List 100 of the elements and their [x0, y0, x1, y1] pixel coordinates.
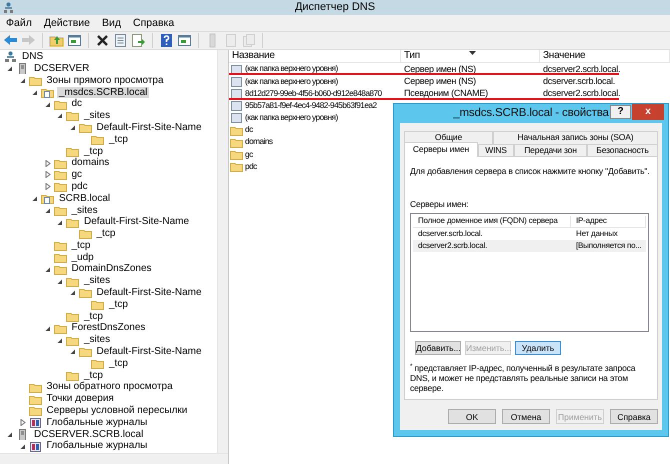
tree-item[interactable]: _msdcs.SCRB.local	[57, 86, 150, 98]
record-name[interactable]: gc	[245, 150, 253, 160]
tree-item[interactable]: _tcp	[70, 240, 92, 252]
expanded-arrow-icon[interactable]	[70, 124, 76, 132]
expanded-arrow-icon[interactable]	[57, 278, 63, 285]
tree-item[interactable]: DNS	[20, 51, 46, 63]
expanded-arrow-icon[interactable]	[20, 76, 26, 84]
tree-item[interactable]: _sites	[70, 204, 100, 216]
tree-item[interactable]: dc	[70, 98, 84, 110]
tree-item[interactable]: _sites	[82, 334, 112, 346]
tree-item[interactable]: _sites	[82, 110, 112, 122]
tree-item[interactable]: Глобальные журналы	[44, 416, 150, 428]
collapsed-arrow-icon[interactable]	[44, 171, 50, 178]
expanded-arrow-icon[interactable]	[32, 194, 38, 202]
expanded-arrow-icon[interactable]	[70, 348, 76, 356]
export-button[interactable]	[131, 33, 146, 48]
tree-item[interactable]: gc	[70, 169, 84, 181]
tree-item[interactable]: DCSERVER	[32, 62, 92, 74]
record-name[interactable]: domains	[245, 137, 273, 147]
help-button[interactable]: ?	[610, 105, 631, 119]
record-name[interactable]: dc	[245, 125, 253, 135]
column-header[interactable]: Полное доменное имя (FQDN) сервера	[413, 216, 571, 228]
column-header[interactable]: Тип	[401, 50, 540, 62]
horizontal-scrollbar[interactable]	[0, 453, 228, 464]
tree-item[interactable]: Default-First-Site-Name	[82, 216, 192, 228]
tree-item[interactable]: _sites	[82, 275, 112, 287]
tree-item[interactable]: Точки доверия	[44, 393, 116, 405]
window-button[interactable]	[177, 33, 192, 48]
tab[interactable]: Безопасность	[587, 144, 658, 157]
record-name[interactable]: (как папка верхнего уровня)	[245, 113, 338, 123]
expanded-arrow-icon[interactable]	[57, 336, 63, 344]
menu-item[interactable]: Файл	[6, 16, 32, 30]
expanded-arrow-icon[interactable]	[44, 206, 50, 214]
tree-item[interactable]: pdc	[70, 180, 90, 192]
dialog-button[interactable]: Отмена	[502, 409, 550, 424]
tree-item[interactable]: Серверы условной пересылки	[44, 405, 190, 417]
record-name[interactable]: 8d12d279-99eb-4f56-b060-d912e848a870	[245, 88, 382, 98]
collapsed-arrow-icon[interactable]	[44, 183, 50, 190]
expanded-arrow-icon[interactable]	[32, 88, 38, 96]
tree-item[interactable]: _tcp	[82, 370, 105, 382]
expanded-arrow-icon[interactable]	[44, 100, 50, 108]
menu-item[interactable]: Действие	[44, 16, 90, 30]
menu-item[interactable]: Вид	[102, 16, 121, 30]
tree-item[interactable]: Зоны обратного просмотра	[44, 381, 175, 393]
tab[interactable]: WINS	[478, 144, 514, 157]
tree-item[interactable]: _tcp	[94, 228, 118, 240]
instruction-text: Для добавления сервера в список нажмите кнопку "Добавить".	[410, 166, 650, 176]
tab[interactable]: Начальная запись зоны (SOA)	[493, 131, 658, 144]
delete-button[interactable]	[95, 33, 110, 48]
tab[interactable]: Серверы имен	[404, 142, 478, 157]
expanded-arrow-icon[interactable]	[57, 218, 63, 226]
expanded-arrow-icon[interactable]	[44, 324, 50, 332]
list-label: Серверы имен:	[410, 200, 470, 210]
help-button[interactable]	[159, 33, 174, 48]
expanded-arrow-icon[interactable]	[20, 442, 26, 450]
help-icon	[159, 33, 174, 48]
tree-item[interactable]: Зоны прямого просмотра	[44, 74, 166, 86]
tree-item[interactable]: _tcp	[107, 358, 130, 370]
record-name[interactable]: 95b57a81-f9ef-4ec4-9482-945b63f91ea2	[245, 100, 377, 110]
column-header[interactable]: IP-адрес	[571, 216, 646, 228]
tree-item[interactable]: Default-First-Site-Name	[94, 122, 204, 134]
menu-item[interactable]: Справка	[133, 16, 174, 30]
dialog-button[interactable]: Удалить	[515, 341, 561, 356]
tree-item[interactable]: _tcp	[82, 310, 105, 322]
dialog-button[interactable]: Добавить...	[415, 341, 461, 356]
record-name[interactable]: (как папка верхнего уровня)	[245, 64, 338, 74]
column-header[interactable]: Название	[229, 50, 401, 62]
vertical-scrollbar[interactable]	[217, 50, 228, 453]
tree-item[interactable]: _udp	[70, 252, 96, 264]
back-arrow-button[interactable]	[3, 33, 18, 48]
tree-item[interactable]: DomainDnsZones	[70, 263, 154, 275]
tree-item[interactable]: SCRB.local	[57, 192, 112, 204]
tree-item[interactable]: _tcp	[82, 146, 105, 158]
list-row[interactable]: dcserver2.scrb.local. [Выполняется по...	[413, 240, 646, 252]
folder-icon	[230, 124, 243, 136]
collapsed-arrow-icon[interactable]	[44, 160, 50, 167]
dialog-button[interactable]: Справка	[610, 409, 658, 424]
record-name[interactable]: (как папка верхнего уровня)	[245, 76, 338, 86]
tab[interactable]: Передачи зон	[514, 144, 587, 157]
expanded-arrow-icon[interactable]	[7, 430, 13, 438]
tree-item[interactable]: DCSERVER.SCRB.local	[32, 428, 146, 440]
expanded-arrow-icon[interactable]	[70, 289, 76, 296]
record-name[interactable]: pdc	[245, 162, 257, 172]
tree-item[interactable]: _tcp	[107, 134, 130, 146]
dialog-button[interactable]: OK	[448, 409, 496, 424]
expanded-arrow-icon[interactable]	[57, 112, 63, 120]
tree-item[interactable]: Default-First-Site-Name	[94, 346, 204, 358]
expanded-arrow-icon[interactable]	[7, 65, 13, 72]
collapsed-arrow-icon[interactable]	[20, 419, 26, 426]
tree-item[interactable]: Глобальные журналы	[44, 440, 150, 452]
window-button[interactable]	[67, 33, 82, 48]
column-header[interactable]: Значение	[540, 50, 670, 62]
tree-item[interactable]: Default-First-Site-Name	[94, 287, 204, 299]
close-button[interactable]: x	[632, 104, 664, 120]
tree-item[interactable]: _tcp	[107, 298, 130, 310]
folder-icon	[230, 148, 243, 160]
expanded-arrow-icon[interactable]	[44, 266, 50, 273]
list-row[interactable]: dcserver.scrb.local. Нет данных	[413, 228, 646, 240]
tree-item[interactable]: ForestDnsZones	[70, 322, 148, 334]
tree-item[interactable]: domains	[70, 157, 112, 169]
